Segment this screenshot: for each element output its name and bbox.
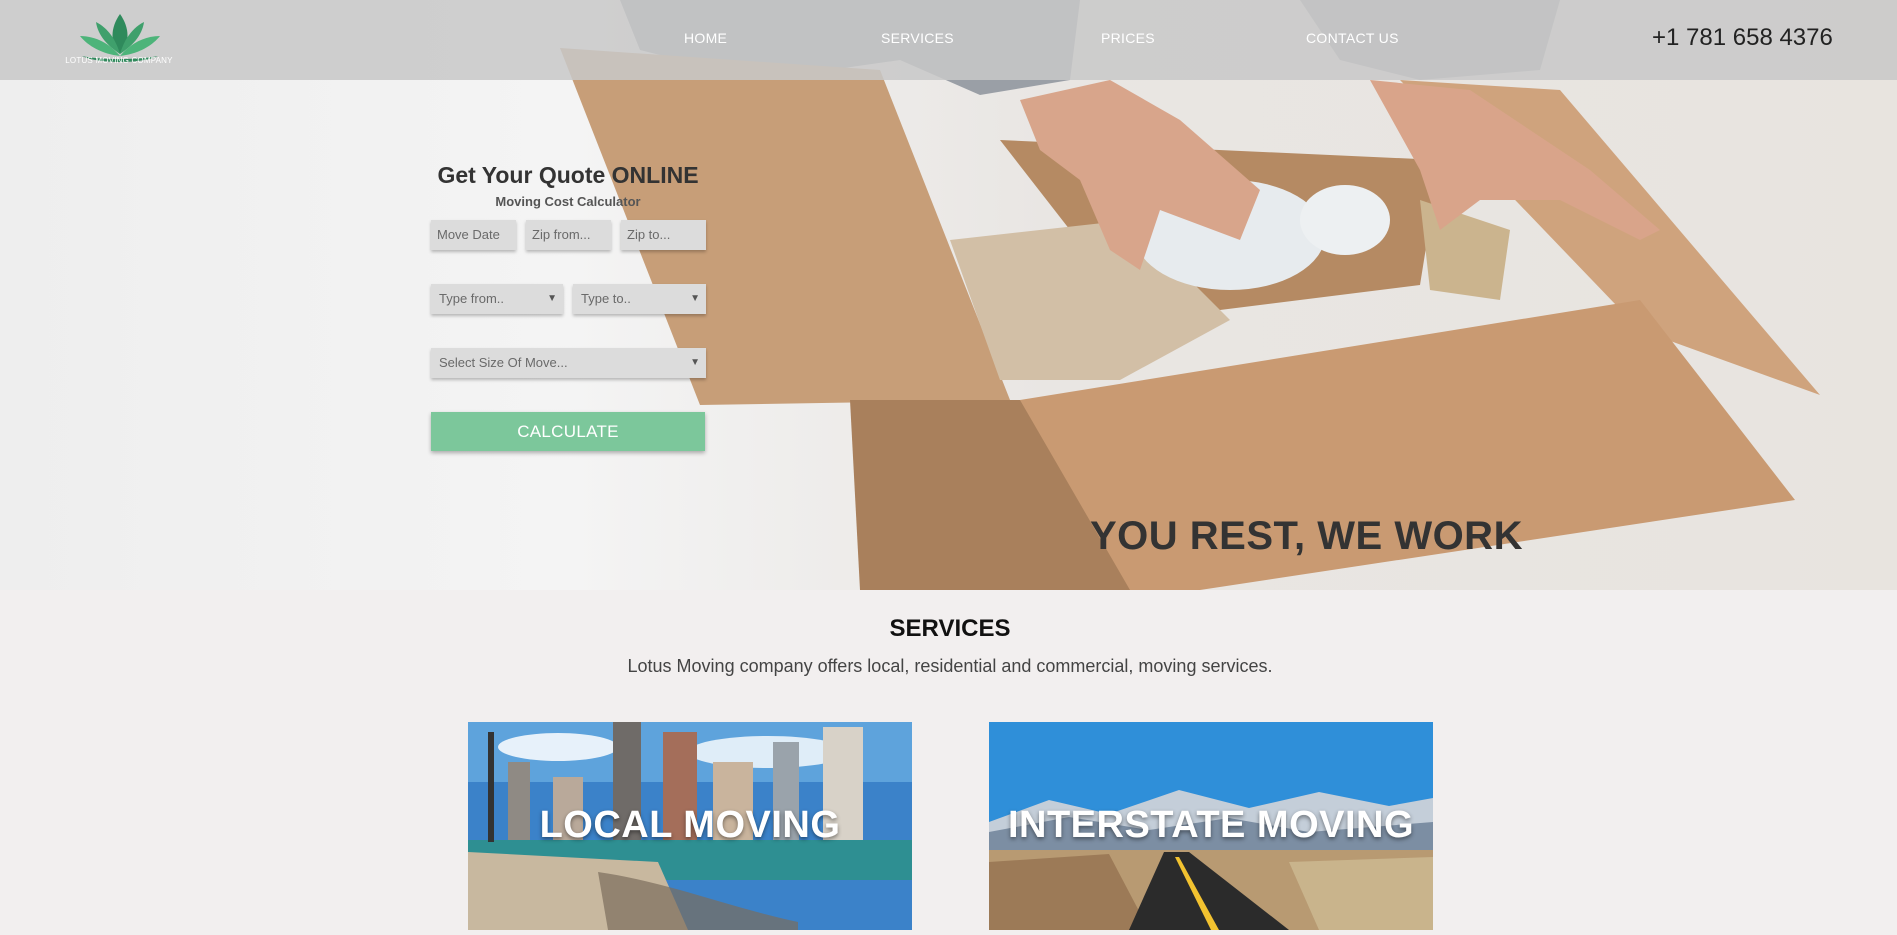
type-from-select[interactable]: Type from.. ▼ — [431, 284, 563, 314]
nav-item-prices[interactable]: PRICES — [1101, 30, 1155, 46]
logo-text: LOTUS MOVING COMPANY — [65, 56, 173, 65]
type-to-select[interactable]: Type to.. ▼ — [573, 284, 706, 314]
services-description: Lotus Moving company offers local, resid… — [627, 656, 1273, 676]
zip-to-input[interactable]: Zip to... — [621, 220, 706, 250]
move-date-input[interactable]: Move Date — [431, 220, 516, 250]
dropdown-arrow-icon: ▼ — [690, 293, 700, 304]
type-to-value: Type to.. — [581, 291, 631, 306]
move-size-value: Select Size Of Move... — [439, 355, 568, 370]
nav-item-contact-us[interactable]: CONTACT US — [1306, 30, 1399, 46]
zip-to-placeholder: Zip to... — [627, 227, 671, 242]
services-title: SERVICES — [889, 615, 1011, 642]
nav-item-home[interactable]: HOME — [684, 30, 727, 46]
dropdown-arrow-icon: ▼ — [690, 357, 700, 368]
hero-box-image — [560, 0, 1820, 590]
type-from-value: Type from.. — [439, 291, 505, 306]
local-moving-card[interactable]: LOCAL MOVING — [468, 722, 912, 930]
calculate-button[interactable]: CALCULATE — [431, 412, 705, 451]
phone-number[interactable]: +1 781 658 4376 — [1652, 24, 1833, 52]
local-moving-label: LOCAL MOVING — [539, 804, 841, 846]
hero-section — [0, 0, 1897, 590]
move-date-placeholder: Move Date — [437, 227, 500, 242]
interstate-moving-label: INTERSTATE MOVING — [1007, 804, 1415, 846]
quote-title: Get Your Quote ONLINE — [437, 162, 699, 188]
zip-from-input[interactable]: Zip from... — [526, 220, 611, 250]
quote-subtitle: Moving Cost Calculator — [495, 194, 641, 209]
zip-from-placeholder: Zip from... — [532, 227, 591, 242]
interstate-moving-card[interactable]: INTERSTATE MOVING — [989, 722, 1433, 930]
move-size-select[interactable]: Select Size Of Move... ▼ — [431, 348, 706, 378]
dropdown-arrow-icon: ▼ — [547, 293, 557, 304]
nav-item-services[interactable]: SERVICES — [881, 30, 954, 46]
top-navigation-bar: LOTUS MOVING COMPANY HOME SERVICES PRICE… — [0, 0, 1897, 80]
hero-slogan: YOU REST, WE WORK — [1090, 514, 1523, 558]
